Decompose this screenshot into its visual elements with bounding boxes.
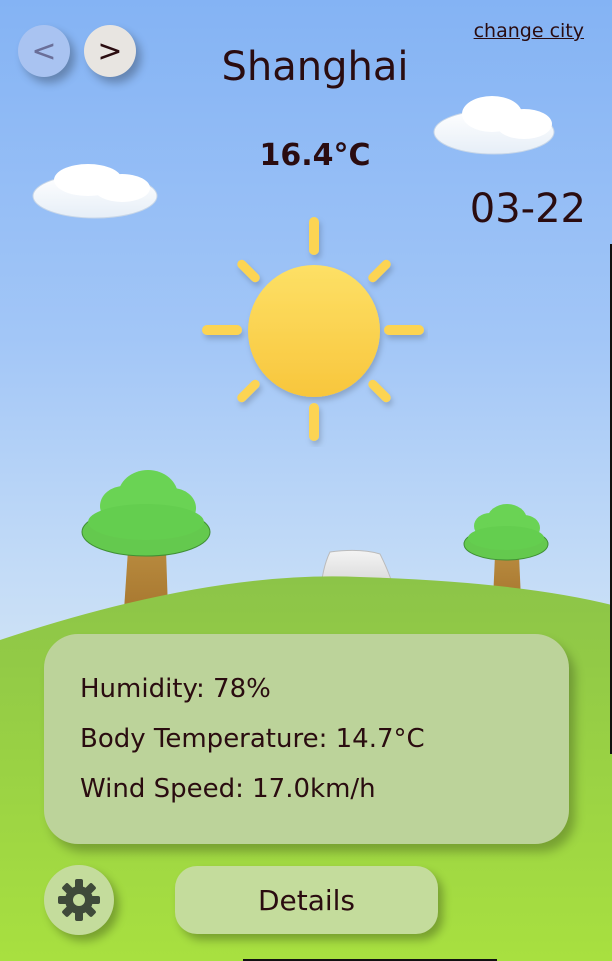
change-city-link[interactable]: change city: [474, 20, 584, 42]
wind-speed-label: Wind Speed: 17.0km/h: [80, 774, 376, 804]
humidity-label: Humidity: 78%: [80, 674, 271, 704]
body-temperature-label: Body Temperature: 14.7°C: [80, 724, 425, 754]
sun-icon: [202, 217, 424, 441]
weather-details-card: Humidity: 78% Body Temperature: 14.7°C W…: [44, 634, 569, 844]
weather-screen: < > change city Shanghai 16.4°C 03-22 Hu…: [0, 0, 612, 961]
settings-button[interactable]: [44, 865, 114, 935]
date-label: 03-22: [469, 186, 586, 232]
current-temperature: 16.4°C: [259, 138, 371, 173]
gear-icon: [58, 879, 100, 921]
tree-left: [81, 470, 211, 610]
details-button[interactable]: Details: [175, 866, 438, 934]
city-name: Shanghai: [221, 44, 409, 90]
